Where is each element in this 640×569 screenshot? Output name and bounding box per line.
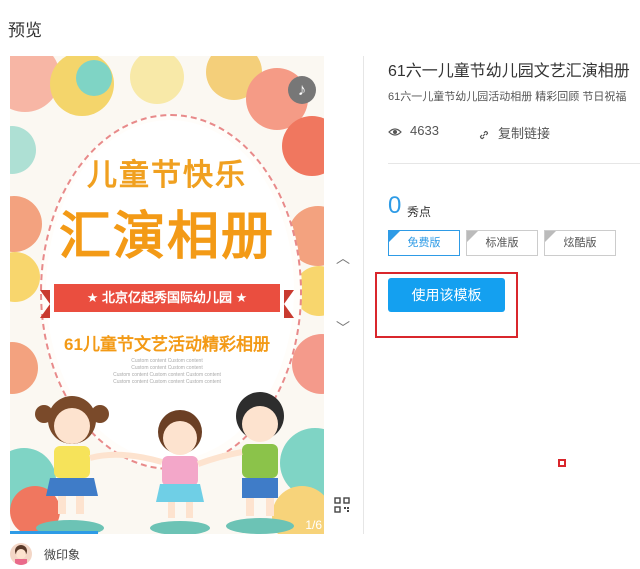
- placeholder-line: Custom content Custom content Custom con…: [113, 372, 221, 378]
- poster-ribbon: ★ 北京亿起秀国际幼儿园 ★: [40, 284, 294, 318]
- copy-link-button[interactable]: 复制链接: [478, 123, 550, 142]
- kids-illustration: [35, 392, 294, 534]
- view-count-value: 4633: [410, 123, 439, 138]
- chevron-down-icon[interactable]: ﹀: [336, 318, 350, 338]
- brand-avatar: [10, 543, 32, 565]
- brand-name: 微印象: [44, 548, 81, 562]
- poster-heading: 儿童节快乐: [87, 159, 247, 192]
- chevron-up-icon[interactable]: ︿: [336, 248, 350, 268]
- preview-title: 预览: [8, 21, 42, 40]
- page-progress-bar: [10, 531, 98, 534]
- info-separator: [388, 163, 640, 164]
- version-label: 免费版: [407, 237, 441, 249]
- view-count: 4633: [388, 123, 439, 138]
- panel-divider: [363, 56, 364, 534]
- template-title: 61六一儿童节幼儿园文艺汇演相册: [388, 63, 630, 80]
- highlight-marker: [558, 459, 566, 467]
- qr-code-icon[interactable]: [334, 497, 350, 513]
- use-template-button[interactable]: 使用该模板: [388, 278, 505, 312]
- poster-title: 汇演相册: [58, 208, 275, 266]
- poster-preview[interactable]: ♪ 儿童节快乐 汇演相册 ★ 北京亿起秀国际幼儿园 ★ 61儿童节文艺活动精彩相…: [10, 56, 324, 534]
- page-indicator: 1/6: [305, 518, 322, 532]
- placeholder-line: Custom content Custom content: [131, 365, 203, 371]
- copy-link-label: 复制链接: [498, 126, 551, 141]
- decor-dot: [130, 56, 184, 104]
- price-unit: 秀点: [407, 205, 432, 219]
- placeholder-line: Custom content Custom content: [131, 358, 203, 364]
- eye-icon: [388, 127, 402, 136]
- placeholder-line: Custom content Custom content Custom con…: [113, 379, 221, 385]
- price-value: 0: [388, 192, 402, 219]
- poster-subtitle: 61儿童节文艺活动精彩相册: [64, 335, 270, 354]
- music-note-icon[interactable]: ♪: [288, 76, 316, 104]
- template-description: 61六一儿童节幼儿园活动相册 精彩回顾 节日祝福: [388, 91, 627, 103]
- version-label: 标准版: [485, 237, 519, 249]
- version-standard[interactable]: 标准版: [466, 230, 538, 256]
- version-label: 炫酷版: [563, 237, 597, 249]
- version-premium[interactable]: 炫酷版: [544, 230, 616, 256]
- avatar-icon: [15, 545, 27, 565]
- version-free[interactable]: 免费版: [388, 230, 460, 256]
- link-icon: [479, 130, 489, 139]
- decor-dot: [76, 60, 112, 96]
